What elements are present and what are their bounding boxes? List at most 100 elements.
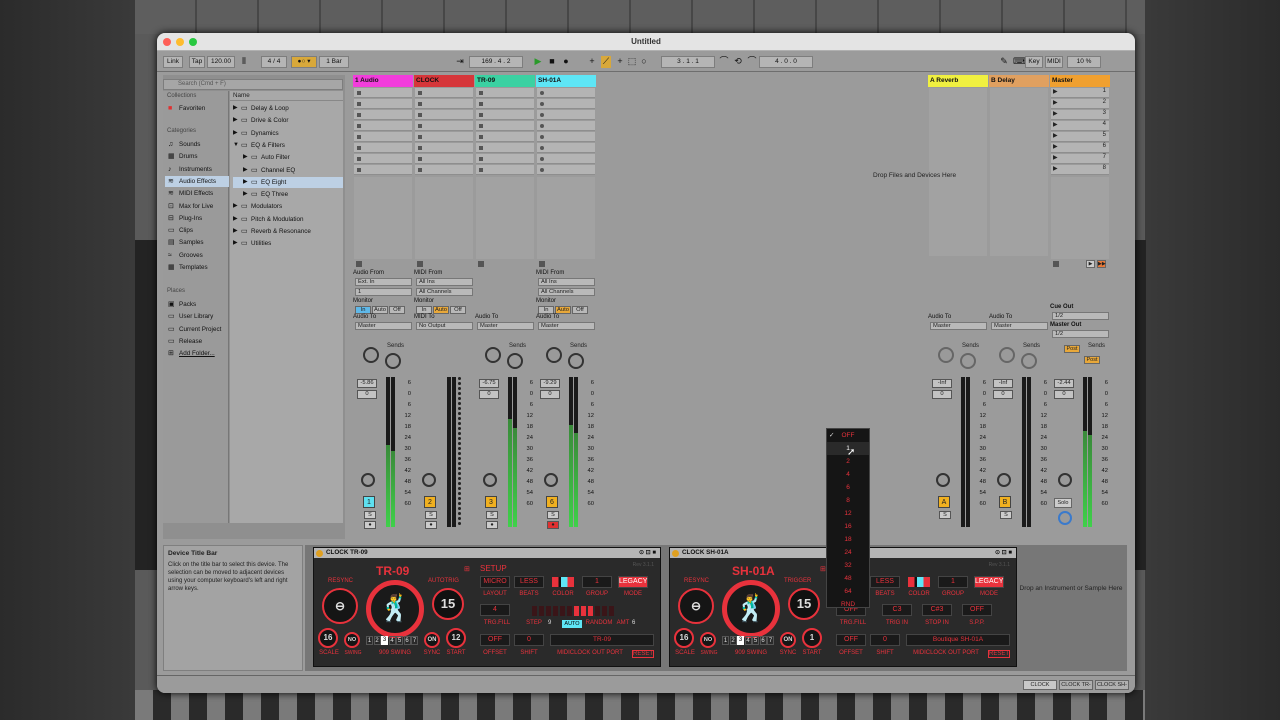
shift-value[interactable]: 0 <box>870 634 900 646</box>
browser-search-input[interactable]: Search (Cmd + F) <box>163 79 343 90</box>
step-cell[interactable] <box>602 606 607 616</box>
solo-button[interactable]: S <box>1000 511 1012 519</box>
swing-step[interactable]: 7 <box>767 636 774 645</box>
scene-play-icon[interactable]: ▶ <box>1053 88 1058 95</box>
scene-launch[interactable]: ▶ 2 <box>1051 99 1109 109</box>
swing-step[interactable]: 1 <box>366 636 373 645</box>
clip-slot[interactable] <box>415 99 473 109</box>
overdub-icon[interactable]: + <box>587 56 597 68</box>
scene-play-icon[interactable]: ▶ <box>1053 121 1058 128</box>
quantize-menu[interactable]: 1 Bar <box>319 56 349 68</box>
loop-length-field[interactable]: 4 . 0 . 0 <box>759 56 813 68</box>
file-item[interactable]: ▶ ▭ EQ Three <box>233 189 343 200</box>
arm-button[interactable]: ● <box>425 521 437 529</box>
clip-slot[interactable] <box>354 165 412 175</box>
shift-value[interactable]: 0 <box>514 634 544 646</box>
pan-field[interactable]: 0 <box>932 390 952 399</box>
step-cell[interactable] <box>609 606 614 616</box>
send-a-knob[interactable] <box>485 347 501 363</box>
track-pan-knob[interactable] <box>483 473 497 487</box>
clip-slot[interactable] <box>354 110 412 120</box>
send-b-knob[interactable] <box>385 353 401 369</box>
sidebar-item-category[interactable]: ♫ Sounds <box>165 139 229 150</box>
scene-play-icon[interactable]: ▶ <box>1053 154 1058 161</box>
title-bar[interactable]: Untitled <box>157 33 1135 51</box>
clip-slot[interactable] <box>415 88 473 98</box>
clip-slot[interactable] <box>537 154 595 164</box>
swing-step[interactable]: 7 <box>411 636 418 645</box>
send-a-knob[interactable] <box>363 347 379 363</box>
step-cell[interactable] <box>567 606 572 616</box>
clip-slot[interactable] <box>476 110 534 120</box>
step-cell[interactable] <box>553 606 558 616</box>
stop-all-clips-icon[interactable] <box>1053 261 1059 267</box>
solo-button[interactable]: S <box>939 511 951 519</box>
param-beats-value[interactable]: LESS <box>514 576 544 588</box>
file-item[interactable]: ▶ ▭ Utilities <box>233 238 343 249</box>
empty-slot-area[interactable] <box>415 177 473 259</box>
sidebar-item-category[interactable]: ⊡ Max for Live <box>165 201 229 212</box>
dropdown-item[interactable]: 48 <box>827 572 869 585</box>
pan-field[interactable]: 0 <box>357 390 377 399</box>
track-header[interactable]: A Reverb <box>928 75 988 87</box>
solo-button[interactable]: S <box>425 511 437 519</box>
input-type-dropdown[interactable]: Ext. In <box>355 278 412 286</box>
sync-toggle[interactable]: ON <box>424 632 440 648</box>
status-tab[interactable]: CLOCK TR- <box>1059 680 1093 690</box>
resync-button[interactable]: ⊖ <box>678 588 714 624</box>
volume-field[interactable]: -5.86 <box>357 379 377 388</box>
clip-slot[interactable] <box>415 154 473 164</box>
autotrig-value[interactable]: 15 <box>432 588 464 620</box>
sync-toggle[interactable]: ON <box>780 632 796 648</box>
sidebar-item-category[interactable]: ≋ Audio Effects <box>165 175 229 187</box>
offset-value[interactable]: OFF <box>480 634 510 646</box>
clip-slot[interactable] <box>476 165 534 175</box>
clip-slot[interactable] <box>415 143 473 153</box>
swing-step[interactable]: 6 <box>403 636 411 645</box>
volume-field[interactable]: -6.75 <box>479 379 499 388</box>
clip-slot[interactable] <box>537 143 595 153</box>
sidebar-item-category[interactable]: ▭ Clips <box>165 225 229 236</box>
monitor-auto-button[interactable]: Auto <box>372 306 388 314</box>
param-beats-value[interactable]: LESS <box>870 576 900 588</box>
track-header[interactable]: CLOCK <box>414 75 474 87</box>
sidebar-item-category[interactable]: ♪ Instruments <box>165 164 229 175</box>
scene-play-icon[interactable]: ▶ <box>1053 99 1058 106</box>
clip-slot[interactable] <box>415 110 473 120</box>
step-cell[interactable] <box>546 606 551 616</box>
dropdown-item[interactable]: 4 <box>827 468 869 481</box>
return-activator[interactable]: A <box>938 496 950 508</box>
send-b-knob[interactable] <box>1021 353 1037 369</box>
start-knob[interactable]: 1 <box>802 628 822 648</box>
dropdown-item[interactable]: 8 <box>827 494 869 507</box>
solo-cue-button[interactable]: Solo <box>1054 498 1072 508</box>
clip-slot[interactable] <box>476 88 534 98</box>
file-item[interactable]: ▶ ▭ Dynamics <box>233 128 343 139</box>
time-signature-field[interactable]: 4 / 4 <box>261 56 287 68</box>
chevron-right-icon[interactable]: ▶ <box>243 165 248 176</box>
clip-slot[interactable] <box>537 132 595 142</box>
file-item[interactable]: ▶ ▭ Auto Filter <box>233 152 343 163</box>
automation-arm-icon[interactable]: ⟋ <box>601 56 611 68</box>
scene-launch[interactable]: ▶ 8 <box>1051 165 1109 175</box>
chevron-right-icon[interactable]: ▶ <box>233 115 238 126</box>
monitor-in-button[interactable]: In <box>538 306 554 314</box>
track-stop-icon[interactable] <box>356 261 362 267</box>
volume-field[interactable]: -Inf <box>932 379 952 388</box>
arm-button[interactable]: ● <box>486 521 498 529</box>
clip-slot[interactable] <box>476 154 534 164</box>
scene-launch[interactable]: ▶ 1 <box>1051 88 1109 98</box>
dropdown-item[interactable]: 64 <box>827 585 869 598</box>
volume-field[interactable]: -Inf <box>993 379 1013 388</box>
clip-slot[interactable] <box>354 99 412 109</box>
color-swatch[interactable] <box>552 577 574 587</box>
arm-button[interactable]: ● <box>364 521 376 529</box>
pan-field[interactable]: 0 <box>993 390 1013 399</box>
clip-slot[interactable] <box>415 121 473 131</box>
file-item[interactable]: ▶ ▭ Pitch & Modulation <box>233 214 343 225</box>
tempo-dial[interactable]: 🕺 <box>366 580 424 638</box>
swing-step[interactable]: 6 <box>759 636 767 645</box>
scene-launch[interactable]: ▶ 4 <box>1051 121 1109 131</box>
output-dropdown[interactable]: Master <box>991 322 1048 330</box>
monitor-auto-button[interactable]: Auto <box>433 306 449 314</box>
